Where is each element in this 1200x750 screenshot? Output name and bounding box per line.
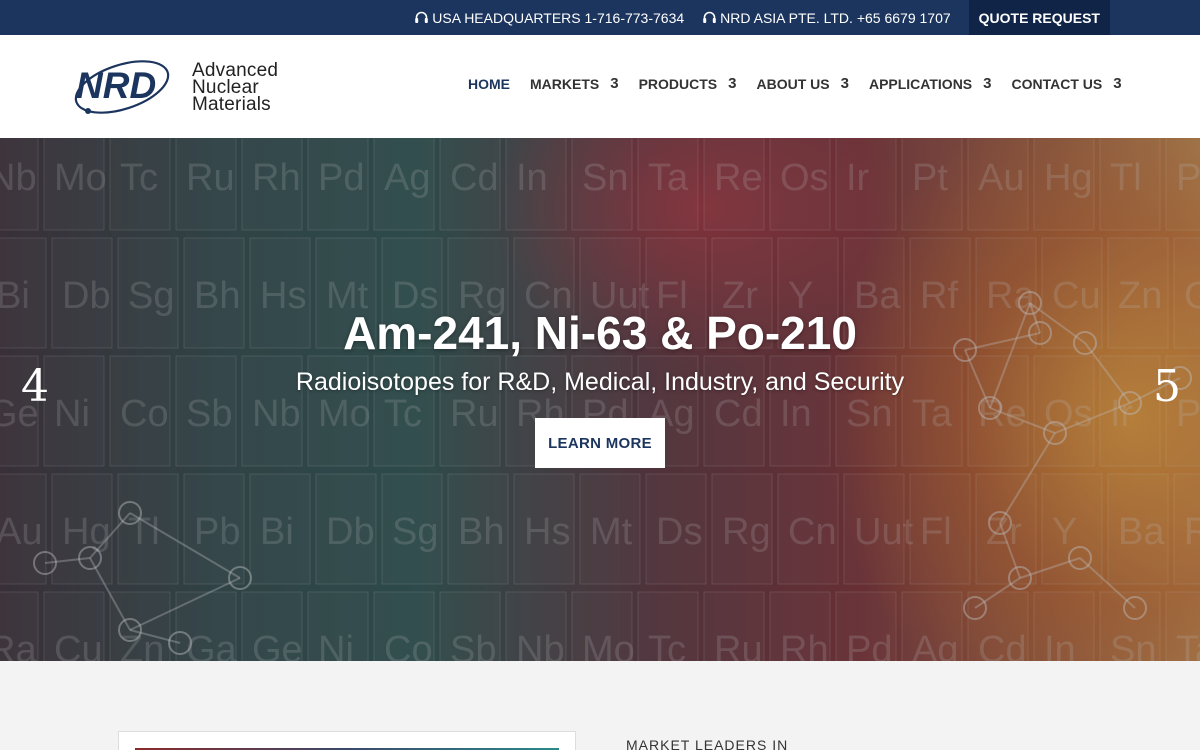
svg-text:NRD: NRD	[76, 65, 156, 106]
site-logo[interactable]: NRD Advanced Nuclear Materials	[70, 51, 278, 123]
site-header: NRD Advanced Nuclear Materials HOME MARK…	[0, 35, 1200, 138]
headset-icon	[703, 11, 716, 23]
chevron-down-icon: 3	[840, 75, 849, 92]
headset-icon	[415, 11, 429, 23]
hero-slider: NbMoTcRuRhPdAgCdInSnTaReOsIrPtAuHgTlPbBi…	[0, 138, 1200, 661]
feature-image-card	[118, 731, 576, 750]
nav-item-contact-us[interactable]: CONTACT US 3	[1012, 75, 1122, 92]
nav-label: PRODUCTS	[638, 75, 718, 92]
market-leaders-heading: MARKET LEADERS IN	[626, 737, 789, 750]
logo-line-materials: Materials	[192, 93, 271, 115]
chevron-down-icon: 3	[610, 75, 619, 92]
asia-office-text: NRD ASIA PTE. LTD. +65 6679 1707	[720, 9, 951, 26]
nrd-logo-icon: NRD	[74, 60, 170, 114]
nav-label: CONTACT US	[1011, 75, 1103, 92]
usa-headquarters-text: USA HEADQUARTERS 1-716-773-7634	[432, 9, 685, 26]
main-nav: HOME MARKETS 3 PRODUCTS 3 ABOUT US 3 APP…	[468, 75, 1142, 92]
logo-line-advanced: Advanced	[192, 59, 279, 81]
hero-overlay	[0, 138, 1200, 661]
chevron-down-icon: 3	[728, 75, 737, 92]
nav-item-applications[interactable]: APPLICATIONS 3	[869, 75, 992, 92]
nav-item-home[interactable]: HOME	[468, 76, 510, 92]
usa-headquarters-contact[interactable]: USA HEADQUARTERS 1-716-773-7634	[414, 10, 684, 26]
chevron-down-icon: 3	[983, 75, 992, 92]
top-bar: USA HEADQUARTERS 1-716-773-7634 NRD ASIA…	[0, 0, 1200, 35]
quote-request-button[interactable]: QUOTE REQUEST	[968, 0, 1110, 35]
nav-label: MARKETS	[530, 75, 600, 92]
nav-item-products[interactable]: PRODUCTS 3	[639, 75, 737, 92]
nav-label: HOME	[468, 75, 510, 92]
logo-wordmark: Advanced Nuclear Materials	[192, 59, 279, 115]
slider-prev-arrow[interactable]: 4	[21, 361, 49, 412]
logo-line-nuclear: Nuclear	[192, 76, 259, 98]
chevron-down-icon: 3	[1113, 75, 1122, 92]
nav-item-markets[interactable]: MARKETS 3	[530, 75, 619, 92]
hero-title: Am-241, Ni-63 & Po-210	[343, 307, 857, 359]
hero-subtitle: Radioisotopes for R&D, Medical, Industry…	[295, 368, 905, 396]
slider-next-arrow[interactable]: 5	[1153, 361, 1181, 412]
nav-item-about-us[interactable]: ABOUT US 3	[756, 75, 848, 92]
content-section: MARKET LEADERS IN	[0, 661, 1200, 750]
nav-label: APPLICATIONS	[868, 75, 973, 92]
asia-office-contact[interactable]: NRD ASIA PTE. LTD. +65 6679 1707	[702, 9, 951, 26]
learn-more-button[interactable]: LEARN MORE	[535, 418, 665, 468]
nav-label: ABOUT US	[756, 75, 830, 92]
